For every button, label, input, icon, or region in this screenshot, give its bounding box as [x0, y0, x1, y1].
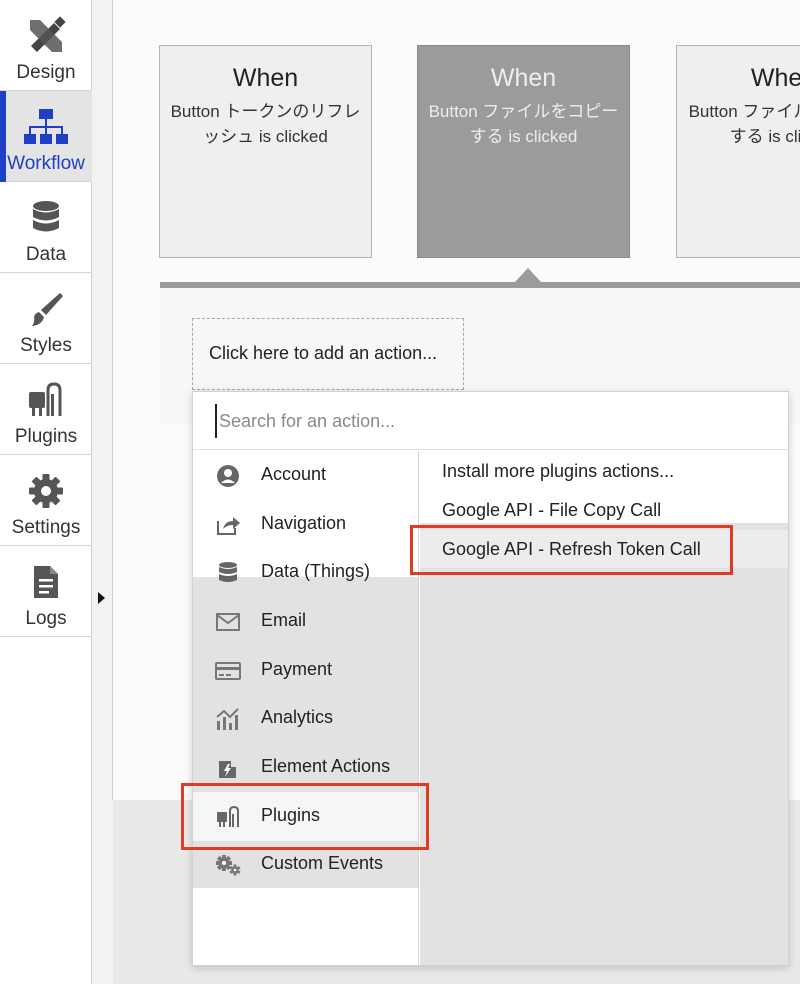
analytics-icon	[215, 706, 241, 732]
nav-label-styles: Styles	[20, 335, 72, 356]
highlight-refresh-token-action	[410, 525, 733, 575]
payment-icon	[215, 658, 241, 684]
nav-label-design: Design	[16, 62, 76, 83]
category-email[interactable]: Email	[193, 597, 418, 646]
event-when-label: When	[232, 64, 299, 92]
category-payment[interactable]: Payment	[193, 646, 418, 695]
plugin-icon	[0, 380, 92, 420]
nav-label-workflow: Workflow	[7, 153, 85, 174]
category-label: Email	[261, 610, 307, 630]
workflow-icon	[0, 107, 92, 147]
nav-label-logs: Logs	[25, 608, 67, 629]
event-card-file-copy-selected[interactable]: When Button ファイルをコピーする is clicked	[417, 45, 630, 258]
google-api-file-copy-call-item[interactable]: Google API - File Copy Call	[420, 491, 788, 529]
category-analytics[interactable]: Analytics	[193, 694, 418, 743]
nav-item-design[interactable]: Design	[0, 0, 92, 91]
action-search-bar	[193, 392, 788, 450]
event-card-file-copy-2[interactable]: When Button ファイルをコピーする is clicked	[676, 45, 800, 258]
category-label: Account	[261, 464, 327, 484]
element-actions-icon	[215, 755, 241, 781]
document-icon	[0, 562, 92, 602]
nav-item-logs[interactable]: Logs	[0, 546, 92, 637]
event-when-label: When	[490, 64, 557, 92]
category-label: Data (Things)	[261, 561, 371, 581]
nav-label-plugins: Plugins	[14, 426, 78, 447]
event-when-label: When	[750, 64, 800, 92]
category-label: Navigation	[261, 513, 347, 533]
email-icon	[215, 609, 241, 635]
category-label: Custom Events	[261, 853, 384, 873]
custom-events-icon	[215, 852, 241, 878]
category-list: Account Navigation Data (Things) Email P	[193, 451, 419, 965]
left-navigation: Design Workflow Data Styles Plugins Sett…	[0, 0, 92, 984]
event-card-refresh-token[interactable]: When Button トークンのリフレッシュ is clicked	[159, 45, 372, 258]
category-label: Analytics	[261, 707, 334, 727]
nav-item-settings[interactable]: Settings	[0, 455, 92, 546]
design-icon	[0, 16, 92, 56]
category-label: Payment	[261, 659, 333, 679]
install-more-plugins-item[interactable]: Install more plugins actions...	[420, 452, 788, 490]
category-account[interactable]: Account	[193, 451, 418, 500]
nav-collapse-arrow[interactable]	[98, 592, 105, 604]
event-description: Button ファイルをコピーする is clicked	[428, 102, 619, 146]
navigation-icon	[215, 512, 241, 538]
database-icon	[0, 198, 92, 238]
brush-icon	[0, 289, 92, 329]
selected-event-caret	[515, 268, 541, 282]
nav-label-data: Data	[25, 244, 67, 265]
category-label: Element Actions	[261, 756, 391, 776]
gear-icon	[0, 471, 92, 511]
event-description: Button ファイルをコピーする is clicked	[688, 102, 800, 146]
add-action-button[interactable]: Click here to add an action...	[192, 318, 464, 390]
nav-label-settings: Settings	[11, 517, 81, 538]
database-icon	[215, 560, 241, 586]
highlight-plugins-category	[181, 783, 429, 850]
action-search-input[interactable]	[215, 404, 755, 438]
nav-item-data[interactable]: Data	[0, 182, 92, 273]
nav-item-styles[interactable]: Styles	[0, 273, 92, 364]
category-navigation[interactable]: Navigation	[193, 500, 418, 549]
event-description: Button トークンのリフレッシュ is clicked	[170, 102, 361, 146]
category-data-things[interactable]: Data (Things)	[193, 548, 418, 597]
nav-item-workflow[interactable]: Workflow	[0, 91, 92, 182]
account-icon	[215, 463, 241, 489]
nav-item-plugins[interactable]: Plugins	[0, 364, 92, 455]
action-dropdown: Account Navigation Data (Things) Email P	[192, 391, 789, 966]
